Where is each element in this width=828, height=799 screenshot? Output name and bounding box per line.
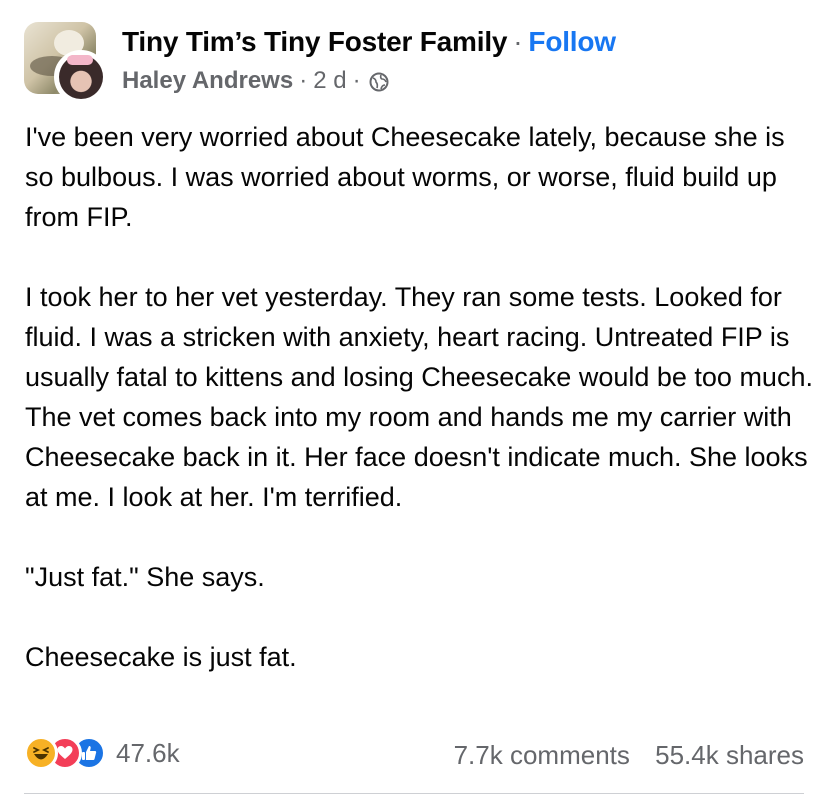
follow-button[interactable]: Follow [528, 26, 616, 57]
reaction-count[interactable]: 47.6k [116, 738, 180, 769]
author-name-link[interactable]: Haley Andrews [122, 67, 293, 95]
post-header: Tiny Tim’s Tiny Foster Family · Follow Hal… [24, 22, 804, 104]
post-paragraph: I took her to her vet yesterday. They ra… [25, 282, 813, 512]
separator-dot: · [299, 67, 308, 94]
shares-count-link[interactable]: 55.4k shares [655, 740, 804, 770]
post-meta: Haley Andrews · 2 d · [122, 67, 389, 95]
divider [24, 793, 804, 794]
engagement-stats: 7.7k comments 55.4k shares [454, 740, 804, 771]
post-footer: 47.6k 7.7k comments 55.4k shares [24, 736, 804, 780]
reactions-summary[interactable]: 47.6k [24, 736, 180, 770]
comments-count-link[interactable]: 7.7k comments [454, 740, 630, 770]
separator-dot: · [352, 67, 361, 94]
post-text: I've been very worried about Cheesecake … [25, 117, 815, 677]
post-paragraph: Cheesecake is just fat. [25, 642, 297, 672]
avatar[interactable] [54, 50, 108, 104]
post-paragraph: I've been very worried about Cheesecake … [25, 122, 785, 232]
post-title-line: Tiny Tim’s Tiny Foster Family · Follow [122, 26, 616, 58]
post-paragraph: "Just fat." She says. [25, 562, 265, 592]
avatar-group[interactable] [24, 22, 114, 104]
haha-icon [24, 736, 58, 770]
group-name-link[interactable]: Tiny Tim’s Tiny Foster Family [122, 26, 507, 57]
post-timestamp[interactable]: 2 d [313, 67, 346, 95]
globe-icon [369, 71, 389, 92]
separator-dot: · [513, 26, 523, 57]
